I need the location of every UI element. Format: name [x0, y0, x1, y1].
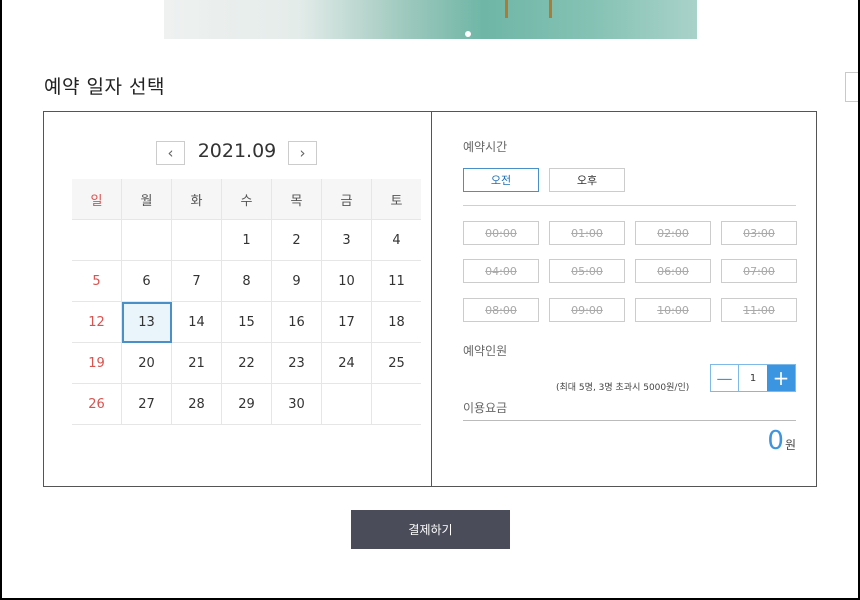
calendar-week-row: 19 20 21 22 23 24 25	[72, 342, 421, 384]
calendar-day-cell	[171, 219, 222, 261]
chevron-right-icon: ›	[299, 144, 306, 162]
chevron-left-icon: ‹	[167, 144, 174, 162]
price-unit: 원	[784, 438, 796, 452]
time-slot-button[interactable]: 07:00	[721, 259, 797, 283]
calendar-day-cell[interactable]: 16	[271, 301, 322, 343]
plus-icon: +	[772, 366, 790, 390]
calendar-day-cell-selected[interactable]: 13	[121, 301, 172, 343]
time-slot-button[interactable]: 01:00	[549, 221, 625, 245]
calendar-day-cell[interactable]: 20	[121, 342, 172, 384]
calendar-week-row: 26 27 28 29 30	[72, 383, 421, 425]
calendar-day-cell[interactable]: 3	[321, 219, 372, 261]
prev-month-button[interactable]: ‹	[156, 141, 185, 165]
calendar-day-cell[interactable]: 10	[321, 260, 372, 302]
calendar-day-cell[interactable]: 2	[271, 219, 322, 261]
calendar-pane: ‹ 2021.09 › 일 월 화 수 목 금 토 1 2 3 4 5 6 7 …	[44, 112, 432, 486]
weekday-header: 금	[321, 179, 372, 220]
people-limit-note: (최대 5명, 3명 초과시 5000원/인)	[556, 383, 690, 393]
calendar-day-cell	[321, 383, 372, 425]
calendar-day-cell	[371, 383, 421, 425]
month-label: 2021.09	[197, 140, 277, 162]
time-slot-button[interactable]: 10:00	[635, 298, 711, 322]
time-slot-button[interactable]: 02:00	[635, 221, 711, 245]
calendar-day-cell[interactable]: 29	[221, 383, 272, 425]
time-slot-button[interactable]: 00:00	[463, 221, 539, 245]
time-slot-button[interactable]: 06:00	[635, 259, 711, 283]
calendar-week-row: 1 2 3 4	[72, 219, 421, 261]
calendar-day-cell[interactable]: 12	[72, 301, 122, 343]
time-slot-button[interactable]: 09:00	[549, 298, 625, 322]
calendar-day-cell[interactable]: 9	[271, 260, 322, 302]
next-month-button[interactable]: ›	[288, 141, 317, 165]
weekday-header: 목	[271, 179, 322, 220]
calendar-day-cell[interactable]: 8	[221, 260, 272, 302]
calendar-day-cell[interactable]: 5	[72, 260, 122, 302]
calendar-day-cell[interactable]: 7	[171, 260, 222, 302]
decrease-button[interactable]: —	[711, 365, 739, 391]
quantity-stepper: — +	[710, 364, 796, 392]
fee-section-label: 이용요금	[463, 401, 508, 415]
calendar-day-cell[interactable]: 27	[121, 383, 172, 425]
calendar-day-cell[interactable]: 6	[121, 260, 172, 302]
weekday-header: 일	[72, 179, 122, 220]
calendar-day-cell[interactable]: 17	[321, 301, 372, 343]
am-button[interactable]: 오전	[463, 168, 539, 192]
calendar-week-row: 5 6 7 8 9 10 11	[72, 260, 421, 302]
total-price: 0 원	[767, 426, 796, 456]
carousel-indicator-dot[interactable]	[465, 31, 471, 37]
time-slot-button[interactable]: 05:00	[549, 259, 625, 283]
quantity-input[interactable]	[739, 365, 767, 391]
room-photo-banner	[164, 0, 697, 39]
calendar-day-cell[interactable]: 14	[171, 301, 222, 343]
people-section-label: 예약인원	[463, 344, 508, 358]
pm-button[interactable]: 오후	[549, 168, 625, 192]
weekday-header: 수	[221, 179, 272, 220]
calendar-day-cell[interactable]: 28	[171, 383, 222, 425]
time-slot-button[interactable]: 03:00	[721, 221, 797, 245]
weekday-header: 토	[371, 179, 421, 220]
minus-icon: —	[716, 368, 733, 388]
calendar-day-cell[interactable]: 19	[72, 342, 122, 384]
calendar-day-cell[interactable]: 11	[371, 260, 421, 302]
time-slot-button[interactable]: 04:00	[463, 259, 539, 283]
calendar-day-cell[interactable]: 25	[371, 342, 421, 384]
weekday-header: 월	[121, 179, 172, 220]
calendar-grid: 일 월 화 수 목 금 토 1 2 3 4 5 6 7 8 9 10 11 12…	[72, 179, 421, 425]
calendar-day-cell[interactable]: 24	[321, 342, 372, 384]
pay-button[interactable]: 결제하기	[351, 510, 510, 549]
calendar-day-cell[interactable]: 22	[221, 342, 272, 384]
calendar-day-cell[interactable]: 18	[371, 301, 421, 343]
chair-leg-decoration	[505, 0, 508, 18]
increase-button[interactable]: +	[767, 365, 795, 391]
booking-pane: 예약시간 오전 오후 00:00 01:00 02:00 03:00 04:00…	[432, 112, 816, 486]
weekday-header: 화	[171, 179, 222, 220]
calendar-day-cell[interactable]: 21	[171, 342, 222, 384]
time-section-label: 예약시간	[463, 140, 508, 154]
calendar-day-cell	[72, 219, 122, 261]
calendar-day-cell	[121, 219, 172, 261]
page: 예약 일자 선택 ‹ 2021.09 › 일 월 화 수 목 금 토 1 2 3…	[2, 0, 858, 598]
divider	[463, 205, 796, 206]
side-tab-edge[interactable]	[845, 72, 858, 102]
time-slot-button[interactable]: 11:00	[721, 298, 797, 322]
calendar-day-cell[interactable]: 1	[221, 219, 272, 261]
calendar-day-cell[interactable]: 4	[371, 219, 421, 261]
weekday-header-row: 일 월 화 수 목 금 토	[72, 179, 421, 220]
divider	[463, 420, 796, 421]
time-slot-button[interactable]: 08:00	[463, 298, 539, 322]
reservation-panel: ‹ 2021.09 › 일 월 화 수 목 금 토 1 2 3 4 5 6 7 …	[43, 111, 817, 487]
calendar-day-cell[interactable]: 23	[271, 342, 322, 384]
calendar-week-row: 12 13 14 15 16 17 18	[72, 301, 421, 343]
section-title: 예약 일자 선택	[44, 76, 165, 98]
price-amount: 0	[767, 426, 784, 456]
calendar-day-cell[interactable]: 26	[72, 383, 122, 425]
calendar-day-cell[interactable]: 30	[271, 383, 322, 425]
chair-leg-decoration	[549, 0, 552, 18]
calendar-day-cell[interactable]: 15	[221, 301, 272, 343]
